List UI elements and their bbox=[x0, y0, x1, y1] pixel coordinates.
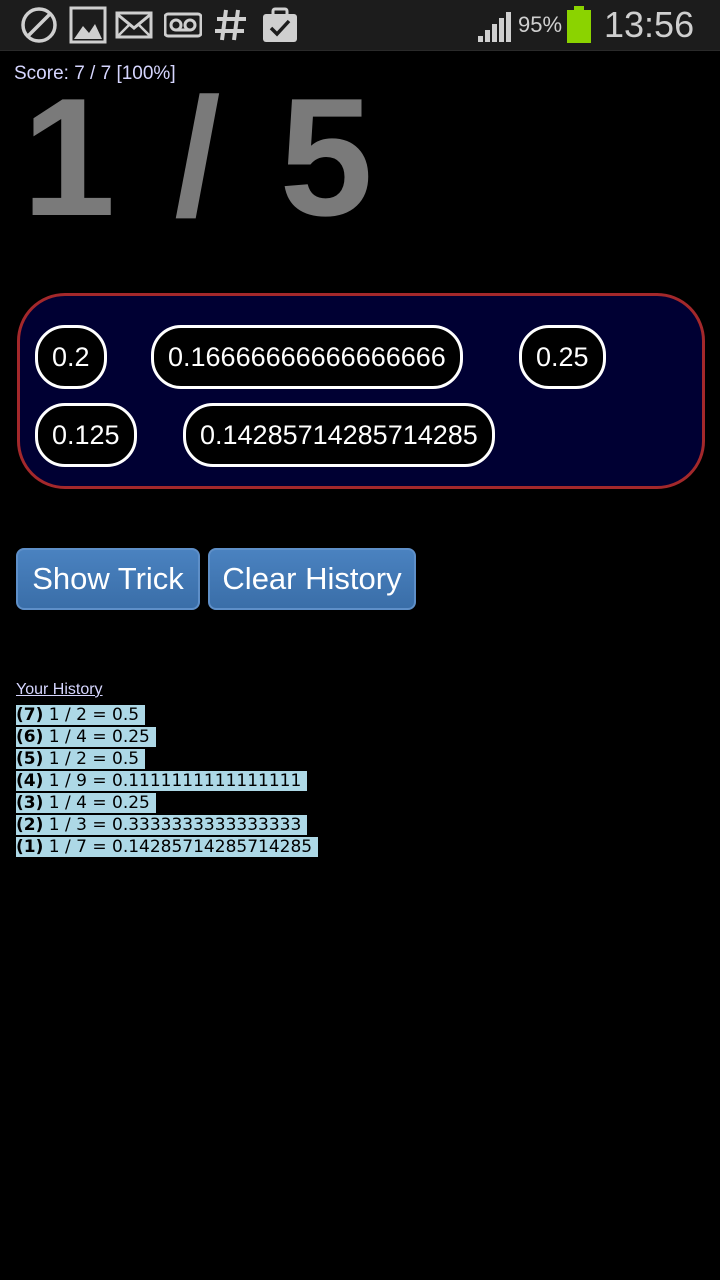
signal-icon bbox=[478, 12, 511, 42]
list-item: (5) 1 / 2 = 0.5 bbox=[16, 748, 318, 770]
voicemail-icon bbox=[164, 12, 202, 38]
history-list: (7) 1 / 2 = 0.5 (6) 1 / 4 = 0.25 (5) 1 /… bbox=[16, 704, 319, 858]
list-item: (6) 1 / 4 = 0.25 bbox=[16, 726, 318, 748]
hash-icon bbox=[215, 9, 246, 41]
history-text: 1 / 3 = 0.3333333333333333 bbox=[48, 815, 302, 835]
history-index: (7) bbox=[16, 705, 44, 725]
answer-option-4[interactable]: 0.125 bbox=[35, 403, 137, 467]
battery-icon bbox=[567, 6, 591, 43]
clear-history-button[interactable]: Clear History bbox=[208, 548, 416, 610]
history-index: (3) bbox=[16, 793, 44, 813]
answer-option-1[interactable]: 0.2 bbox=[35, 325, 107, 389]
answers-panel: 0.2 0.16666666666666666 0.25 0.125 0.142… bbox=[17, 293, 705, 489]
history-text: 1 / 4 = 0.25 bbox=[48, 727, 150, 747]
clipboard-check-icon bbox=[263, 7, 297, 42]
list-item: (3) 1 / 4 = 0.25 bbox=[16, 792, 318, 814]
list-item: (2) 1 / 3 = 0.3333333333333333 bbox=[16, 814, 318, 836]
history-text: 1 / 2 = 0.5 bbox=[48, 749, 140, 769]
history-index: (4) bbox=[16, 771, 44, 791]
history-index: (5) bbox=[16, 749, 44, 769]
history-index: (6) bbox=[16, 727, 44, 747]
history-text: 1 / 7 = 0.14285714285714285 bbox=[48, 837, 313, 857]
battery-percent: 95% bbox=[518, 12, 563, 37]
history-index: (1) bbox=[16, 837, 44, 857]
show-trick-button[interactable]: Show Trick bbox=[16, 548, 200, 610]
status-time: 13:56 bbox=[604, 4, 695, 45]
answer-option-3[interactable]: 0.25 bbox=[519, 325, 606, 389]
history-title[interactable]: Your History bbox=[16, 681, 103, 699]
question-fraction: 1 / 5 bbox=[22, 63, 379, 251]
history-text: 1 / 2 = 0.5 bbox=[48, 705, 140, 725]
answer-option-5[interactable]: 0.14285714285714285 bbox=[183, 403, 495, 467]
list-item: (7) 1 / 2 = 0.5 bbox=[16, 704, 318, 726]
list-item: (1) 1 / 7 = 0.14285714285714285 bbox=[16, 836, 319, 858]
history-text: 1 / 9 = 0.1111111111111111 bbox=[48, 771, 302, 791]
image-icon bbox=[69, 6, 107, 44]
history-index: (2) bbox=[16, 815, 44, 835]
answer-option-2[interactable]: 0.16666666666666666 bbox=[151, 325, 463, 389]
mail-icon bbox=[115, 11, 153, 39]
history-text: 1 / 4 = 0.25 bbox=[48, 793, 150, 813]
status-bar: 95% 13:56 bbox=[0, 0, 720, 51]
blocked-icon bbox=[21, 7, 57, 43]
list-item: (4) 1 / 9 = 0.1111111111111111 bbox=[16, 770, 318, 792]
